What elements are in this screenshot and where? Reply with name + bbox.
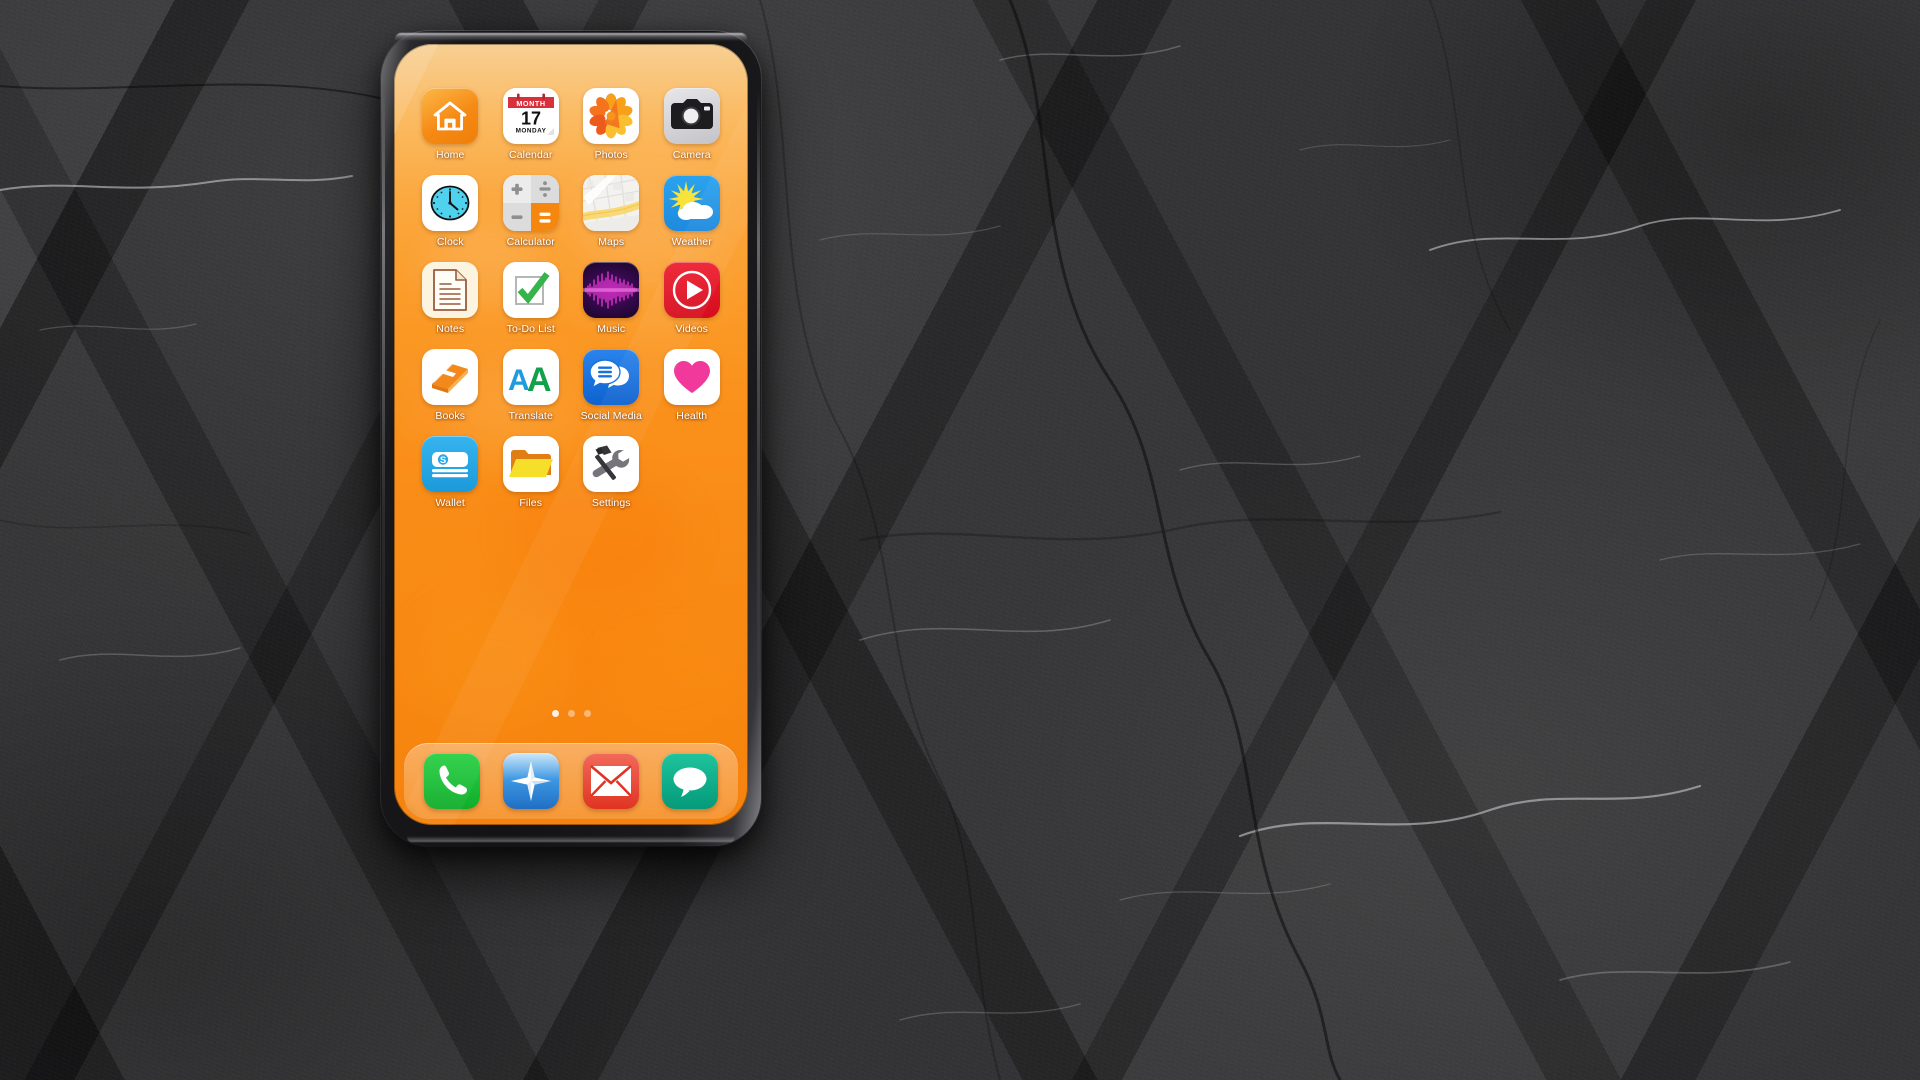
checkmark-box-icon xyxy=(502,262,559,318)
app-icon-wallet[interactable]: S Wallet xyxy=(410,436,491,509)
device-top-rail xyxy=(395,33,747,41)
folder-icon xyxy=(502,436,559,492)
calendar-day-number: 17 xyxy=(521,109,541,129)
heart-icon xyxy=(663,349,720,405)
note-page-icon xyxy=(422,262,479,318)
camera-icon xyxy=(663,88,720,144)
app-icon-music[interactable]: Music xyxy=(571,262,652,335)
compass-icon xyxy=(503,753,560,809)
app-label: Files xyxy=(519,497,543,509)
app-icon-translate[interactable]: A A Translate xyxy=(491,349,572,422)
app-label: Translate xyxy=(508,410,553,422)
app-icon-social-media[interactable]: Social Media xyxy=(571,349,652,422)
app-icon-notes[interactable]: Notes xyxy=(410,262,491,335)
clock-icon xyxy=(422,175,479,231)
app-icon-photos[interactable]: Photos xyxy=(571,88,652,161)
calendar-weekday-text: MONDAY xyxy=(515,128,546,135)
money-stack-icon: S xyxy=(422,436,479,492)
stone-quartz-veins xyxy=(0,0,1920,1080)
calculator-icon xyxy=(502,175,559,231)
app-label: Maps xyxy=(598,236,625,248)
app-icon-grid: Home MONTH 17 MONDAY Calendar Photos Cam… xyxy=(394,88,748,509)
app-icon-settings[interactable]: Settings xyxy=(571,436,652,509)
device-left-highlight xyxy=(382,91,385,786)
app-label: Calculator xyxy=(506,236,555,248)
svg-text:A: A xyxy=(527,361,552,397)
dock-app-phone[interactable] xyxy=(423,753,480,809)
book-icon xyxy=(422,349,479,405)
chat-bubbles-icon xyxy=(583,349,640,405)
app-icon-files[interactable]: Files xyxy=(491,436,572,509)
dock-app-mail[interactable] xyxy=(582,753,639,809)
app-label: Notes xyxy=(436,323,465,335)
phone-handset-icon xyxy=(423,753,480,809)
device-bottom-rail xyxy=(407,836,735,842)
dock-app-browser[interactable] xyxy=(503,753,560,809)
app-label: Social Media xyxy=(580,410,642,422)
screenshot-stage: Home MONTH 17 MONDAY Calendar Photos Cam… xyxy=(0,0,1920,1080)
waveform-icon xyxy=(583,262,640,318)
app-label: Calendar xyxy=(509,149,553,161)
app-icon-health[interactable]: Health xyxy=(652,349,733,422)
app-label: Weather xyxy=(671,236,712,248)
app-label: Camera xyxy=(672,149,711,161)
page-dot-1[interactable] xyxy=(551,710,559,717)
smartphone-device: Home MONTH 17 MONDAY Calendar Photos Cam… xyxy=(381,31,761,846)
calendar-icon: MONTH 17 MONDAY xyxy=(502,88,559,144)
app-icon-videos[interactable]: Videos xyxy=(652,262,733,335)
sun-cloud-icon xyxy=(663,175,720,231)
page-dot-2[interactable] xyxy=(567,710,575,717)
app-label: Videos xyxy=(675,323,708,335)
app-icon-maps[interactable]: Maps xyxy=(571,175,652,248)
play-circle-icon xyxy=(663,262,720,318)
app-label: Clock xyxy=(436,236,464,248)
app-label: Wallet xyxy=(435,497,465,509)
app-label: Home xyxy=(436,149,465,161)
map-icon xyxy=(583,175,640,231)
dock-app-messages[interactable] xyxy=(662,753,719,809)
app-label: Music xyxy=(597,323,626,335)
phone-screen: Home MONTH 17 MONDAY Calendar Photos Cam… xyxy=(394,44,748,825)
page-indicator-dots[interactable] xyxy=(394,710,748,717)
house-icon xyxy=(422,88,479,144)
app-dock xyxy=(404,743,738,819)
app-icon-calendar[interactable]: MONTH 17 MONDAY Calendar xyxy=(491,88,572,161)
calendar-month-text: MONTH xyxy=(516,99,545,108)
app-icon-weather[interactable]: Weather xyxy=(652,175,733,248)
app-icon-camera[interactable]: Camera xyxy=(652,88,733,161)
app-label: Health xyxy=(676,410,708,422)
app-icon-calculator[interactable]: Calculator xyxy=(491,175,572,248)
page-dot-3[interactable] xyxy=(583,710,591,717)
app-label: Settings xyxy=(591,497,631,509)
app-icon-todo-list[interactable]: To-Do List xyxy=(491,262,572,335)
wallpaper-blotch xyxy=(604,634,744,744)
tools-icon xyxy=(583,436,640,492)
flower-photos-icon xyxy=(583,88,640,144)
svg-text:S: S xyxy=(440,455,446,466)
app-label: To-Do List xyxy=(506,323,555,335)
app-icon-clock[interactable]: Clock xyxy=(410,175,491,248)
device-right-highlight xyxy=(757,91,760,786)
app-label: Photos xyxy=(594,149,628,161)
app-icon-home[interactable]: Home xyxy=(410,88,491,161)
speech-bubble-icon xyxy=(662,753,719,809)
app-label: Books xyxy=(435,410,466,422)
letters-aa-icon: A A xyxy=(502,349,559,405)
envelope-icon xyxy=(582,753,639,809)
app-icon-books[interactable]: Books xyxy=(410,349,491,422)
wallpaper-blotch xyxy=(414,604,564,724)
